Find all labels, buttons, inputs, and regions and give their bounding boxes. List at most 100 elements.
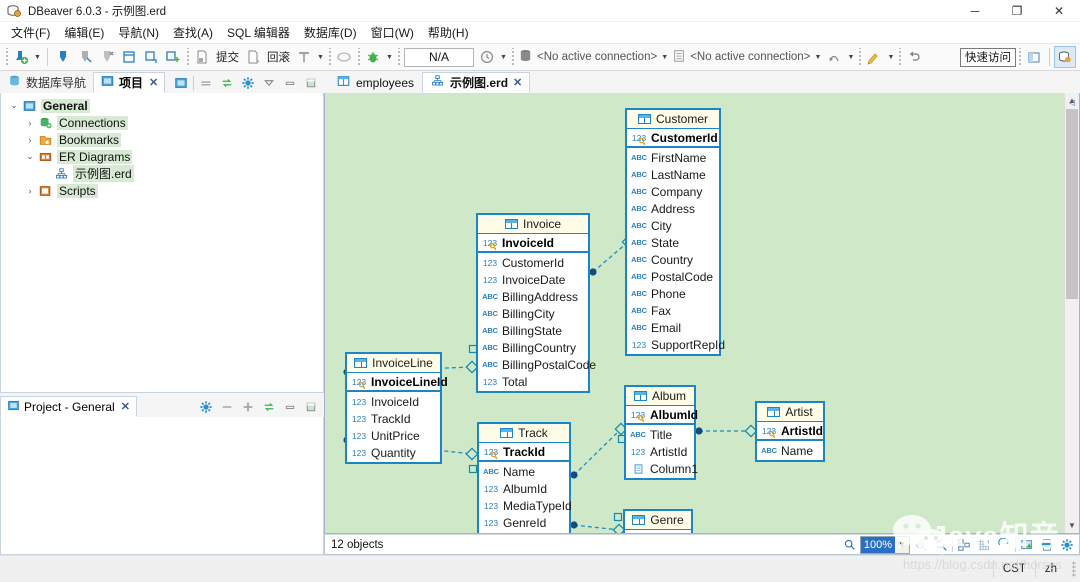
- entity-track[interactable]: Track 123 TrackId ABC Name 123 AlbumId 123 Media…: [477, 422, 572, 534]
- entity-column[interactable]: ABC Fax: [627, 302, 719, 319]
- entity-column[interactable]: 123 CustomerId: [478, 254, 588, 271]
- minimize-icon[interactable]: [281, 398, 299, 416]
- primary-key-row[interactable]: 123 CustomerId: [627, 129, 719, 148]
- primary-key-row[interactable]: 123 ArtistId: [757, 422, 823, 441]
- editor-tab-erd[interactable]: 示例图.erd ✕: [422, 72, 531, 93]
- zoom-value[interactable]: 100%: [861, 536, 895, 553]
- bookmark-icon[interactable]: [863, 46, 885, 68]
- sync-icon[interactable]: [260, 398, 278, 416]
- transaction-monitor-dropdown-icon[interactable]: ▼: [845, 46, 856, 68]
- entity-column[interactable]: ABCComposer: [479, 531, 569, 534]
- entity-column[interactable]: 123 MediaTypeId: [479, 497, 572, 514]
- configure-icon[interactable]: [197, 398, 215, 416]
- entity-column[interactable]: ABC BillingAddress: [478, 288, 588, 305]
- print-icon[interactable]: [1038, 536, 1056, 554]
- entity-column[interactable]: ABC Country: [627, 251, 719, 268]
- new-connection-icon[interactable]: [10, 46, 32, 68]
- tree-item-connections[interactable]: › Connections: [7, 114, 323, 131]
- back-icon[interactable]: [903, 46, 925, 68]
- close-icon[interactable]: ✕: [121, 400, 130, 413]
- quick-access-input[interactable]: 快速访问: [960, 47, 1016, 67]
- entity-column[interactable]: ABC Email: [627, 319, 719, 336]
- menu-navigate[interactable]: 导航(N): [111, 22, 166, 43]
- relation-invoice-customer[interactable]: [592, 241, 629, 273]
- save-image-icon[interactable]: [1018, 536, 1036, 554]
- close-icon[interactable]: ✕: [513, 76, 522, 89]
- tree-item-general[interactable]: ⌄ General: [7, 97, 323, 114]
- entity-column[interactable]: 123 ArtistId: [626, 443, 694, 460]
- entity-column[interactable]: Column1: [626, 460, 698, 477]
- entity-column[interactable]: 123 UnitPrice: [347, 427, 440, 444]
- relation-track-album[interactable]: [573, 428, 622, 476]
- rollback-icon[interactable]: [242, 46, 264, 68]
- minimize-icon[interactable]: [281, 74, 299, 92]
- menu-edit[interactable]: 编辑(E): [57, 22, 111, 43]
- zoom-control[interactable]: 100% ▼: [860, 535, 910, 554]
- connection-selector[interactable]: <No active connection>: [516, 48, 659, 66]
- menu-database[interactable]: 数据库(D): [297, 22, 364, 43]
- entity-column[interactable]: ABC PostalCode: [627, 268, 719, 285]
- zoom-out-icon[interactable]: [912, 536, 930, 554]
- entity-column[interactable]: 123 GenreId: [479, 514, 569, 531]
- connection-dropdown-icon[interactable]: ▼: [659, 46, 670, 68]
- tree-item-scripts[interactable]: › Scripts: [7, 182, 323, 199]
- maximize-icon[interactable]: [302, 398, 320, 416]
- bookmark-dropdown-icon[interactable]: ▼: [885, 46, 896, 68]
- entity-column[interactable]: ABC State: [627, 234, 719, 251]
- rollback-label[interactable]: 回滚: [264, 49, 293, 65]
- entity-header[interactable]: Customer: [627, 110, 719, 129]
- er-diagram-canvas[interactable]: Customer 123 CustomerId ABC FirstName ABC Last…: [325, 93, 1079, 533]
- toolbar-grip-3[interactable]: [328, 48, 331, 66]
- minimize-button[interactable]: ─: [954, 0, 996, 22]
- settings-icon[interactable]: [1058, 536, 1076, 554]
- entity-invoice[interactable]: Invoice 123 InvoiceId 123 CustomerId 123 Invoi…: [476, 213, 596, 393]
- toolbar-grip-6[interactable]: [511, 48, 514, 66]
- tree-item-erd-file[interactable]: 示例图.erd: [7, 165, 323, 182]
- grid-icon[interactable]: [975, 536, 993, 554]
- toolbar-grip-2[interactable]: [186, 48, 189, 66]
- sql-script-icon[interactable]: [140, 46, 162, 68]
- tab-database-navigator[interactable]: 数据库导航: [0, 72, 93, 93]
- entity-header[interactable]: Album: [626, 387, 694, 406]
- zoom-in-icon[interactable]: [932, 536, 950, 554]
- menu-search[interactable]: 查找(A): [166, 22, 220, 43]
- history-dropdown-icon[interactable]: ▼: [498, 46, 509, 68]
- entity-artist[interactable]: Artist 123 ArtistId ABC Name: [755, 401, 825, 462]
- entity-column[interactable]: 123 InvoiceId: [347, 393, 440, 410]
- view-menu-icon[interactable]: [260, 74, 278, 92]
- chevron-down-icon[interactable]: ▼: [895, 540, 909, 549]
- toolbar-grip-5[interactable]: [397, 48, 400, 66]
- primary-key-row[interactable]: 123 GenreId: [625, 530, 694, 533]
- entity-column[interactable]: 123 SupportRepId: [627, 336, 725, 353]
- entity-column[interactable]: ABC FirstName: [627, 149, 719, 166]
- entity-invoiceline[interactable]: InvoiceLine 123 InvoiceLineId 123 InvoiceId 1…: [345, 352, 448, 464]
- scroll-thumb[interactable]: [1066, 109, 1078, 299]
- transaction-mode-dropdown-icon[interactable]: ▼: [315, 46, 326, 68]
- maximize-button[interactable]: ❐: [996, 0, 1038, 22]
- entity-column[interactable]: ABC BillingCountry: [478, 339, 588, 356]
- entity-column[interactable]: ABC City: [627, 217, 719, 234]
- entity-column[interactable]: ABC BillingState: [478, 322, 588, 339]
- entity-column[interactable]: 123 AlbumId: [479, 480, 569, 497]
- primary-key-row[interactable]: 123 InvoiceLineId: [347, 373, 448, 392]
- new-sql-editor-icon[interactable]: [162, 46, 184, 68]
- entity-column[interactable]: 123 Quantity: [347, 444, 440, 461]
- entity-album[interactable]: Album 123 AlbumId ABC Title 123 ArtistId Column…: [624, 385, 698, 480]
- commit-label[interactable]: 提交: [213, 49, 242, 65]
- search-icon[interactable]: [840, 536, 858, 554]
- tree-item-bookmarks[interactable]: › Bookmarks: [7, 131, 323, 148]
- disconnect-icon[interactable]: [74, 46, 96, 68]
- debug-icon[interactable]: [362, 46, 384, 68]
- refresh-icon[interactable]: [995, 536, 1013, 554]
- entity-customer[interactable]: Customer 123 CustomerId ABC FirstName ABC Last…: [625, 108, 725, 356]
- collapse-all-icon[interactable]: [218, 398, 236, 416]
- entity-column[interactable]: ABC Phone: [627, 285, 719, 302]
- entity-column[interactable]: 123 TrackId: [347, 410, 440, 427]
- chevron-down-icon[interactable]: ⌄: [7, 100, 21, 111]
- scroll-down-icon[interactable]: ▼: [1065, 518, 1079, 533]
- tree-item-er-diagrams[interactable]: ⌄ ER Diagrams: [7, 148, 323, 165]
- primary-key-row[interactable]: 123 AlbumId: [626, 406, 698, 425]
- entity-column[interactable]: ABC Name: [479, 463, 569, 480]
- perspective-icon[interactable]: [1023, 46, 1045, 68]
- commit-icon[interactable]: [191, 46, 213, 68]
